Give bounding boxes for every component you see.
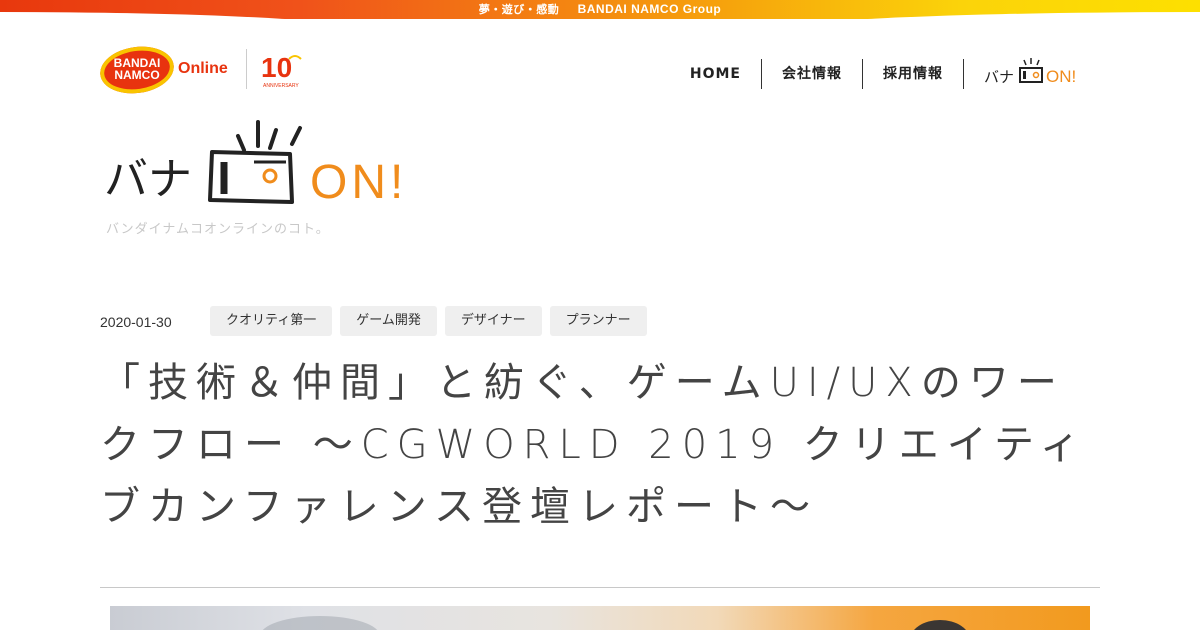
tag-designer[interactable]: デザイナー bbox=[444, 306, 542, 336]
tag-planner[interactable]: プランナー bbox=[549, 306, 647, 336]
nav-recruit[interactable]: 採用情報 bbox=[863, 59, 963, 89]
logo-brand-bottom: NAMCO bbox=[114, 68, 160, 82]
hero-subtitle: バンダイナムコオンラインのコト。 bbox=[106, 222, 330, 237]
hero-kana: バナ bbox=[104, 154, 192, 205]
article-title: 「技術＆仲間」と紡ぐ、ゲームUI/UXのワークフロー ～CGWORLD 2019… bbox=[100, 360, 1088, 530]
tag-quality-first[interactable]: クオリティ第一 bbox=[210, 306, 333, 336]
nav-home[interactable]: HOME bbox=[670, 59, 761, 89]
banaon-hero-logo: バナ ON! bbox=[104, 120, 407, 209]
banaon-small-kana: バナ bbox=[984, 68, 1014, 86]
tv-icon bbox=[208, 120, 302, 204]
photo-person-head bbox=[910, 620, 970, 630]
group-brand[interactable]: BANDAI NAMCO Group bbox=[578, 2, 722, 16]
article-hero-image bbox=[110, 606, 1090, 630]
logo-divider bbox=[245, 49, 247, 89]
logo-text: BANDAI NAMCO bbox=[100, 57, 174, 81]
banaon-small-logo-icon: バナ ON! bbox=[984, 58, 1076, 86]
main-nav: HOME 会社情報 採用情報 バナ ON! bbox=[670, 56, 1088, 92]
hero-on: ON! bbox=[310, 156, 407, 209]
anniversary-number: 10 bbox=[261, 52, 292, 83]
article-date: 2020-01-30 bbox=[100, 314, 172, 330]
site-logo[interactable]: BANDAI NAMCO Online 10 ANNIVERSARY bbox=[97, 42, 303, 98]
tag-game-development[interactable]: ゲーム開発 bbox=[340, 306, 437, 336]
anniversary-label: ANNIVERSARY bbox=[263, 83, 299, 89]
photo-blur-shape bbox=[260, 616, 380, 630]
anniversary-badge-icon: 10 ANNIVERSARY bbox=[261, 52, 302, 89]
nav-company[interactable]: 会社情報 bbox=[762, 59, 862, 89]
group-tagline: 夢・遊び・感動 BANDAI NAMCO Group bbox=[0, 1, 1200, 17]
logo-online-text: Online bbox=[178, 60, 228, 77]
nav-banaon-logo[interactable]: バナ ON! bbox=[964, 56, 1088, 92]
group-banner: 夢・遊び・感動 BANDAI NAMCO Group bbox=[0, 0, 1200, 19]
tagline-text: 夢・遊び・感動 bbox=[478, 3, 560, 16]
title-divider bbox=[100, 587, 1100, 588]
bandai-namco-logo[interactable]: BANDAI NAMCO bbox=[97, 42, 177, 98]
article-tags: クオリティ第一 ゲーム開発 デザイナー プランナー bbox=[210, 306, 647, 336]
banaon-small-on: ON! bbox=[1046, 67, 1076, 86]
